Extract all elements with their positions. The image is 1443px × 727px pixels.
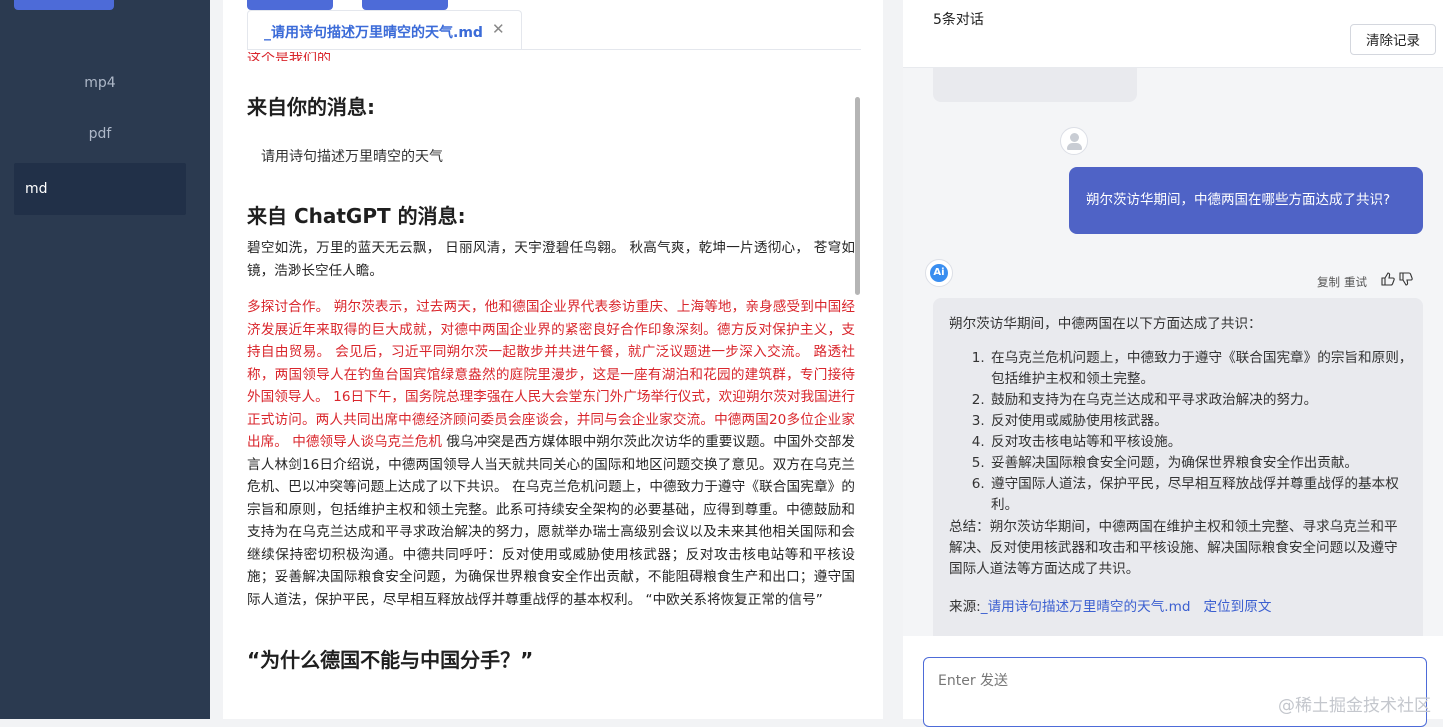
- heading-why-germany: “为什么德国不能与中国分手？”: [247, 648, 534, 672]
- chat-panel: 5条对话 清除记录 朔尔茨访华期间，中德两国在哪些方面达成了共识? Ai 复制重…: [903, 0, 1443, 727]
- heading-from-chatgpt: 来自 ChatGPT 的消息:: [247, 204, 466, 228]
- answer-list: 在乌克兰危机问题上，中德致力于遵守《联合国宪章》的宗旨和原则，包括维护主权和领土…: [973, 348, 1419, 516]
- ai-answer-bubble: 朔尔茨访华期间，中德两国在以下方面达成了共识： 在乌克兰危机问题上，中德致力于遵…: [933, 298, 1423, 636]
- poem-paragraph: 碧空如洗，万里的蓝天无云飘， 日丽风清，天宇澄碧任鸟翱。 秋高气爽，乾坤一片透彻…: [247, 240, 855, 279]
- user-message-bubble: 朔尔茨访华期间，中德两国在哪些方面达成了共识?: [1069, 167, 1423, 234]
- previous-message-bubble: [933, 68, 1137, 102]
- conversation-count: 5条对话: [933, 12, 984, 28]
- sidebar: mp4 pdf md: [0, 0, 210, 719]
- document-content[interactable]: 这个是我们的 来自你的消息: 请用诗句描述万里晴空的天气 来自 ChatGPT …: [247, 50, 855, 719]
- message-actions: 复制 重试: [1317, 274, 1371, 290]
- list-item: 遵守国际人道法，保护平民，尽早相互释放战俘并尊重战俘的基本权利。: [989, 474, 1419, 516]
- document-tab-title: _请用诗句描述万里晴空的天气.md: [264, 25, 483, 41]
- source-link[interactable]: _请用诗句描述万里晴空的天气.md: [981, 599, 1191, 615]
- source-label: 来源:: [949, 599, 981, 615]
- heading-from-you: 来自你的消息:: [247, 95, 375, 119]
- sidebar-item-pdf[interactable]: pdf: [14, 108, 186, 160]
- list-item: 鼓励和支持为在乌克兰达成和平寻求政治解决的努力。: [989, 390, 1419, 411]
- watermark: @稀土掘金技术社区: [1278, 696, 1431, 716]
- sidebar-item-md[interactable]: md: [14, 163, 186, 215]
- user-avatar-icon: [1060, 127, 1088, 155]
- cut-off-text: 这个是我们的: [247, 52, 331, 61]
- list-item: 反对攻击核电站等和平核设施。: [989, 432, 1419, 453]
- toolbar-button-1[interactable]: [247, 0, 333, 10]
- list-item: 反对使用或威胁使用核武器。: [989, 411, 1419, 432]
- thumbs-up-icon[interactable]: [1381, 272, 1395, 286]
- list-item: 在乌克兰危机问题上，中德致力于遵守《联合国宪章》的宗旨和原则，包括维护主权和领土…: [989, 348, 1419, 390]
- list-item: 妥善解决国际粮食安全问题，为确保世界粮食安全作出贡献。: [989, 453, 1419, 474]
- answer-summary: 总结：朔尔茨访华期间，中德两国在维护主权和领土完整、寻求乌克兰和平解决、反对使用…: [949, 519, 1398, 577]
- highlighted-text: 多探讨合作。 朔尔茨表示，过去两天，他和德国企业界代表参访重庆、上海等地，亲身感…: [247, 299, 855, 450]
- sidebar-top-button[interactable]: [14, 0, 114, 10]
- document-scrollbar[interactable]: [855, 97, 860, 295]
- normal-text: 俄乌冲突是西方媒体眼中朔尔茨此次访华的重要议题。中国外交部发言人林剑16日介绍说…: [247, 434, 855, 608]
- clear-history-button[interactable]: 清除记录: [1350, 24, 1436, 55]
- document-panel: _请用诗句描述万里晴空的天气.md ✕ 这个是我们的 来自你的消息: 请用诗句描…: [223, 0, 883, 719]
- ai-avatar-icon: Ai: [925, 259, 953, 287]
- copy-button[interactable]: 复制: [1317, 275, 1340, 289]
- toolbar-button-2[interactable]: [362, 0, 448, 10]
- thumbs-down-icon[interactable]: [1399, 272, 1413, 286]
- document-tab[interactable]: _请用诗句描述万里晴空的天气.md ✕: [247, 10, 522, 49]
- answer-source: 来源:_请用诗句描述万里晴空的天气.md 定位到原文: [949, 595, 1271, 615]
- sidebar-item-mp4[interactable]: mp4: [14, 57, 186, 109]
- article-paragraph: 多探讨合作。 朔尔茨表示，过去两天，他和德国企业界代表参访重庆、上海等地，亲身感…: [247, 296, 855, 611]
- locate-original-link[interactable]: 定位到原文: [1203, 599, 1271, 615]
- close-icon[interactable]: ✕: [492, 20, 505, 38]
- chat-messages[interactable]: 朔尔茨访华期间，中德两国在哪些方面达成了共识? Ai 复制 重试 朔尔茨访华期间，…: [903, 68, 1443, 636]
- user-message-quote: 请用诗句描述万里晴空的天气: [261, 149, 443, 165]
- retry-button[interactable]: 重试: [1344, 275, 1367, 289]
- answer-intro: 朔尔茨访华期间，中德两国在以下方面达成了共识：: [949, 316, 1262, 332]
- ai-badge: Ai: [930, 264, 948, 282]
